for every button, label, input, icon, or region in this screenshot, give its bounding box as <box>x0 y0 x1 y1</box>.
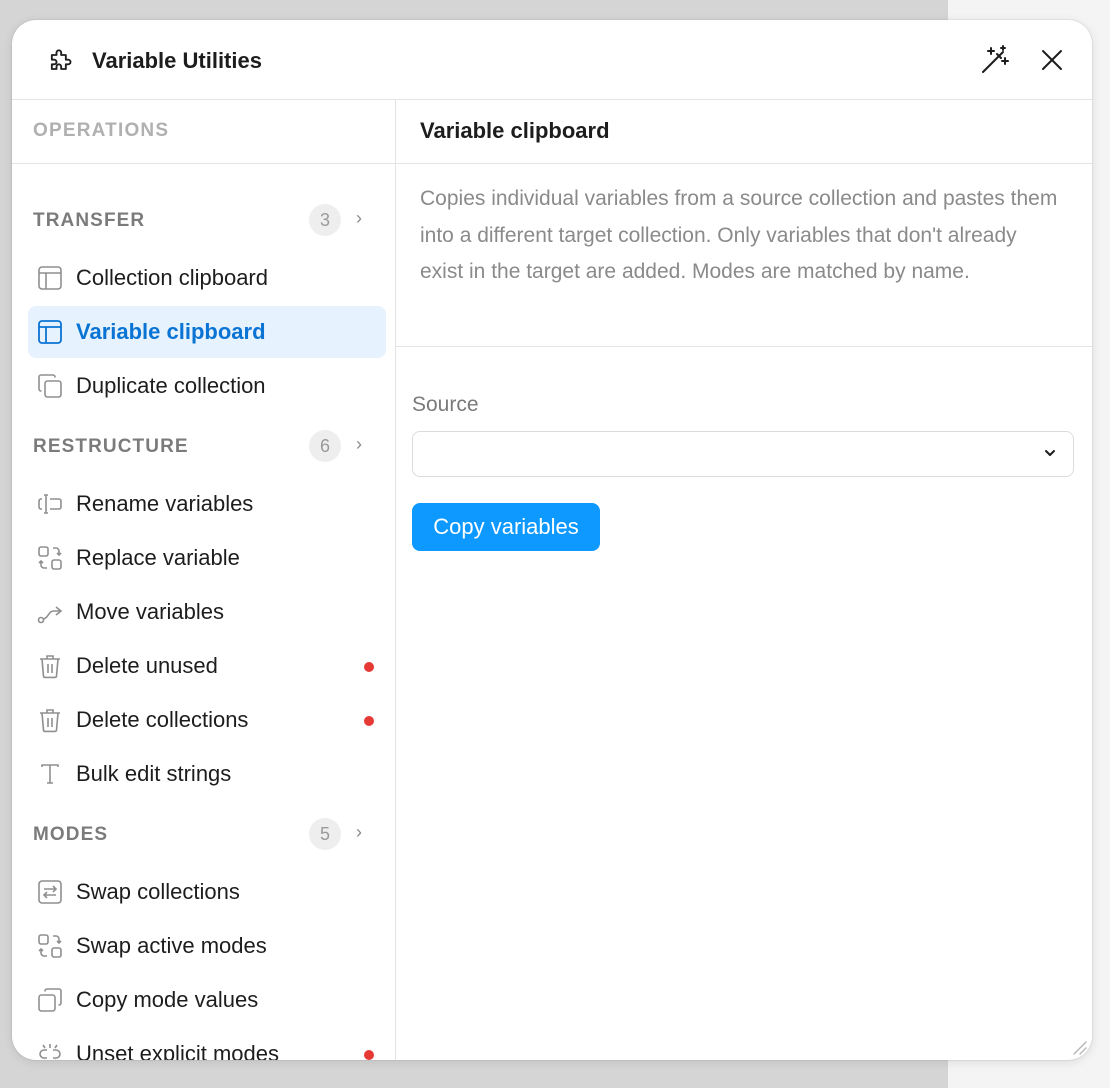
replace-icon <box>36 544 64 572</box>
sidebar-item-label: Rename variables <box>76 491 254 516</box>
sidebar-item-bulk-edit-strings[interactable]: Bulk edit strings <box>28 748 386 800</box>
section-count-badge: 5 <box>309 818 341 850</box>
alert-dot <box>364 1050 374 1060</box>
copy-icon <box>36 372 64 400</box>
chevron-right-icon: › <box>356 822 362 842</box>
chevron-down-icon <box>1043 446 1057 460</box>
puzzle-icon <box>46 48 74 76</box>
unlink-icon <box>36 1040 64 1060</box>
description-text: Copies individual variables from a sourc… <box>420 187 1058 283</box>
copy-icon <box>36 986 64 1014</box>
sidebar-item-delete-collections[interactable]: Delete collections <box>28 694 386 746</box>
main-panel: Variable clipboard Copies individual var… <box>396 100 1092 1060</box>
move-path-icon <box>36 598 64 626</box>
title-bar: Variable Utilities <box>12 20 1092 100</box>
type-icon <box>36 760 64 788</box>
trash-icon <box>36 706 64 734</box>
section-label: MODES <box>33 824 109 845</box>
sidebar-item-label: Replace variable <box>76 545 240 570</box>
trash-icon <box>36 652 64 680</box>
sidebar-item-replace-variable[interactable]: Replace variable <box>28 532 386 584</box>
sidebar-item-collection-clipboard[interactable]: Collection clipboard <box>28 252 386 304</box>
sidebar-item-duplicate-collection[interactable]: Duplicate collection <box>28 360 386 412</box>
source-label: Source <box>412 393 479 416</box>
table-icon <box>36 318 64 346</box>
sidebar-item-swap-collections[interactable]: Swap collections <box>28 866 386 918</box>
sidebar-item-label: Bulk edit strings <box>76 761 232 786</box>
chevron-right-icon: › <box>356 434 362 454</box>
resize-handle-icon[interactable] <box>1070 1038 1088 1056</box>
sidebar-item-label: Delete collections <box>76 707 249 732</box>
alert-dot <box>364 716 374 726</box>
alert-dot <box>364 662 374 672</box>
sidebar-item-label: Copy mode values <box>76 987 259 1012</box>
section-count-badge: 3 <box>309 204 341 236</box>
sidebar-item-label: Variable clipboard <box>76 319 266 344</box>
sidebar-item-variable-clipboard[interactable]: Variable clipboard <box>28 306 386 358</box>
sidebar-item-label: Swap collections <box>76 879 240 904</box>
window-title: Variable Utilities <box>92 48 262 73</box>
section-label: TRANSFER <box>33 210 146 231</box>
sidebar-header: OPERATIONS <box>12 100 395 164</box>
sidebar-item-copy-mode-values[interactable]: Copy mode values <box>28 974 386 1026</box>
sidebar-item-label: Unset explicit modes <box>76 1041 279 1060</box>
description-box: Copies individual variables from a sourc… <box>396 164 1092 347</box>
operations-sidebar: OPERATIONS TRANSFER 3 › Collection clipb… <box>12 100 396 1060</box>
table-icon <box>36 264 64 292</box>
sidebar-item-label: Swap active modes <box>76 933 267 958</box>
sidebar-item-rename-variables[interactable]: Rename variables <box>28 478 386 530</box>
section-label: RESTRUCTURE <box>33 436 189 457</box>
sidebar-item-label: Collection clipboard <box>76 265 268 290</box>
panel-title: Variable clipboard <box>420 118 610 143</box>
sidebar-item-label: Duplicate collection <box>76 373 266 398</box>
section-restructure[interactable]: RESTRUCTURE 6 › <box>12 428 395 468</box>
swap-arrows-icon <box>36 878 64 906</box>
sidebar-item-label: Delete unused <box>76 653 218 678</box>
sidebar-item-unset-explicit-modes[interactable]: Unset explicit modes <box>28 1028 386 1060</box>
sidebar-item-move-variables[interactable]: Move variables <box>28 586 386 638</box>
section-modes[interactable]: MODES 5 › <box>12 816 395 856</box>
sidebar-item-swap-active-modes[interactable]: Swap active modes <box>28 920 386 972</box>
section-count-badge: 6 <box>309 430 341 462</box>
magic-wand-icon[interactable] <box>979 44 1011 76</box>
plugin-window: Variable Utilities OPERATIONS TRANSFER 3 <box>12 20 1092 1060</box>
replace-icon <box>36 932 64 960</box>
close-icon[interactable] <box>1036 44 1068 76</box>
sidebar-item-delete-unused[interactable]: Delete unused <box>28 640 386 692</box>
sidebar-item-label: Move variables <box>76 599 224 624</box>
chevron-right-icon: › <box>356 208 362 228</box>
sidebar-header-label: OPERATIONS <box>33 120 170 141</box>
copy-variables-button[interactable]: Copy variables <box>412 503 600 551</box>
section-transfer[interactable]: TRANSFER 3 › <box>12 202 395 242</box>
text-cursor-icon <box>36 490 64 518</box>
source-select[interactable] <box>412 431 1074 477</box>
panel-header: Variable clipboard <box>396 100 1092 164</box>
